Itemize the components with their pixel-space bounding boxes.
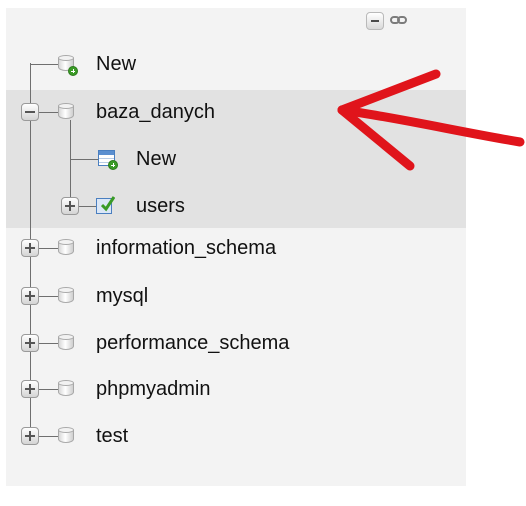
database-icon[interactable] — [58, 334, 74, 352]
tree-item-new-table[interactable]: New — [136, 144, 176, 174]
tree-line — [70, 120, 71, 206]
tree-item-label[interactable]: New — [96, 53, 136, 76]
tree-line — [39, 296, 58, 297]
tree-item-test[interactable]: test — [96, 421, 128, 451]
collapse-all-icon[interactable] — [366, 12, 384, 30]
tree-item-label[interactable]: test — [96, 425, 128, 448]
tree-line — [39, 389, 58, 390]
database-icon[interactable] — [58, 287, 74, 305]
database-icon[interactable] — [58, 380, 74, 398]
annotation-arrow — [337, 69, 525, 171]
collapse-toggle-icon[interactable] — [21, 103, 39, 121]
table-icon[interactable] — [96, 196, 118, 216]
database-icon[interactable] — [58, 239, 74, 257]
tree-item-users[interactable]: users — [136, 191, 185, 221]
expand-toggle-icon[interactable] — [21, 427, 39, 445]
tree-item-label[interactable]: phpmyadmin — [96, 378, 211, 401]
tree-item-mysql[interactable]: mysql — [96, 281, 148, 311]
tree-item-label[interactable]: users — [136, 195, 185, 218]
tree-item-phpmyadmin[interactable]: phpmyadmin — [96, 374, 211, 404]
new-table-icon[interactable] — [98, 150, 118, 170]
expand-toggle-icon[interactable] — [21, 239, 39, 257]
expand-toggle-icon[interactable] — [21, 380, 39, 398]
tree-item-baza-danych[interactable]: baza_danych — [96, 97, 215, 127]
tree-line — [39, 436, 58, 437]
tree-item-performance-schema[interactable]: performance_schema — [96, 328, 289, 358]
tree-item-label[interactable]: information_schema — [96, 237, 276, 260]
tree-item-information-schema[interactable]: information_schema — [96, 233, 276, 263]
tree-line — [39, 248, 58, 249]
tree-item-label[interactable]: baza_danych — [96, 101, 215, 124]
tree-item-new-database[interactable]: New — [96, 49, 136, 79]
tree-item-label[interactable]: performance_schema — [96, 332, 289, 355]
tree-line — [79, 206, 96, 207]
tree-item-label[interactable]: mysql — [96, 285, 148, 308]
database-icon[interactable] — [58, 103, 74, 121]
nav-controls — [366, 8, 426, 34]
expand-toggle-icon[interactable] — [21, 334, 39, 352]
expand-toggle-icon[interactable] — [21, 287, 39, 305]
expand-toggle-icon[interactable] — [61, 197, 79, 215]
database-icon[interactable] — [58, 427, 74, 445]
link-icon[interactable] — [390, 15, 410, 27]
new-database-icon[interactable] — [58, 55, 78, 76]
tree-item-label[interactable]: New — [136, 148, 176, 171]
tree-line — [70, 159, 98, 160]
tree-line — [30, 64, 58, 65]
tree-line — [39, 112, 58, 113]
tree-line — [39, 343, 58, 344]
